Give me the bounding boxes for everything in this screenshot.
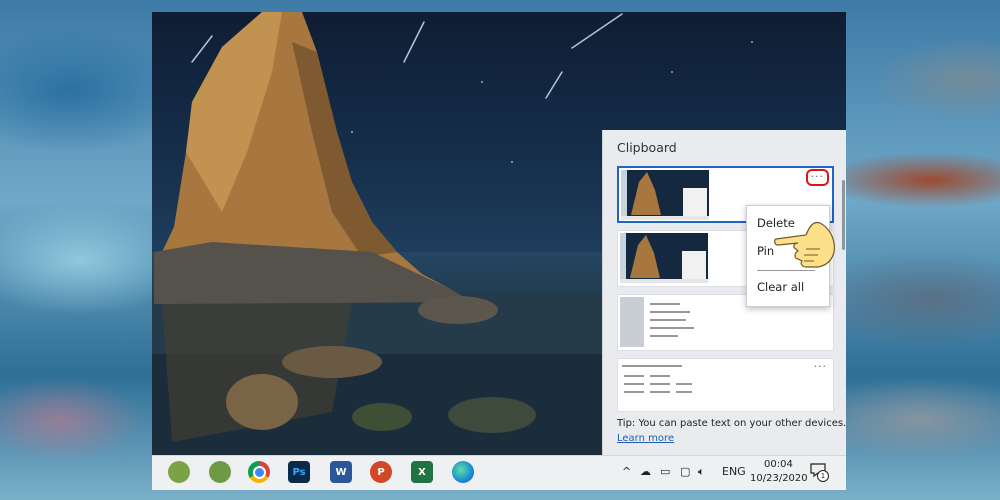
battery-icon[interactable]: ▭ — [660, 465, 670, 478]
clipboard-title: Clipboard — [617, 140, 677, 155]
chrome-icon[interactable] — [248, 461, 270, 483]
more-options-button[interactable]: ··· — [805, 169, 829, 186]
word-icon[interactable]: W — [330, 461, 352, 483]
clear-all-menu-item[interactable]: Clear all — [757, 280, 804, 294]
desktop: Clipboard ··· ··· Tip: You can paste tex… — [152, 12, 846, 455]
learn-more-link[interactable]: Learn more — [617, 433, 674, 444]
show-hidden-icons-chevron[interactable]: ^ — [622, 465, 631, 478]
taskbar: Ps W P X ^ ☁ ▭ ▢ 🔈︎ ENG 00:04 10/23/2020… — [152, 455, 846, 490]
green-app-icon[interactable] — [168, 461, 190, 483]
photoshop-icon[interactable]: Ps — [288, 461, 310, 483]
powerpoint-icon[interactable]: P — [370, 461, 392, 483]
notification-badge: 1 — [817, 470, 829, 482]
green-app-icon[interactable] — [209, 461, 231, 483]
screenshot-thumbnail — [621, 170, 709, 220]
language-indicator[interactable]: ENG — [722, 465, 746, 478]
excel-icon[interactable]: X — [411, 461, 433, 483]
screenshot-thumbnail — [620, 233, 708, 283]
notification-center-icon[interactable]: 1 — [810, 462, 829, 482]
clipboard-item[interactable]: ··· — [617, 358, 834, 412]
more-options-button[interactable]: ··· — [814, 360, 828, 373]
cloud-icon[interactable]: ☁ — [640, 465, 651, 478]
network-icon[interactable]: ▢ — [680, 465, 690, 478]
pin-menu-item[interactable]: Pin — [757, 244, 774, 258]
clock-time[interactable]: 00:04 — [764, 459, 793, 470]
document-thumbnail — [620, 361, 708, 411]
tip-text: Tip: You can paste text on your other de… — [617, 418, 846, 429]
scrollbar[interactable] — [842, 180, 845, 250]
volume-icon[interactable]: 🔈︎ — [698, 465, 705, 479]
document-thumbnail — [620, 297, 708, 347]
clock-date[interactable]: 10/23/2020 — [750, 473, 808, 484]
pointing-hand-icon — [774, 221, 835, 268]
menu-divider — [757, 270, 815, 271]
edge-icon[interactable] — [452, 461, 474, 483]
